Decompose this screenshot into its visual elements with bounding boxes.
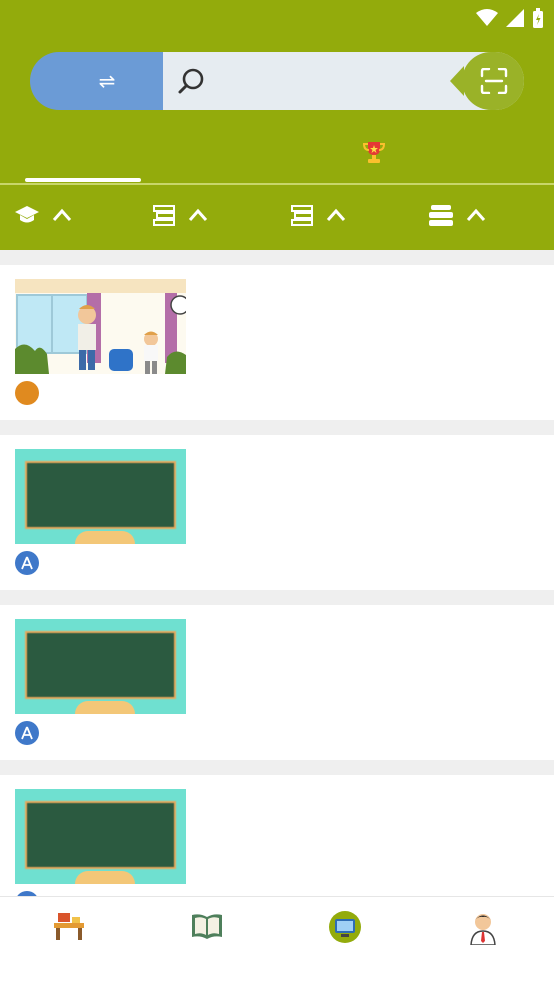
status-bar bbox=[0, 0, 554, 38]
desk-icon bbox=[54, 913, 84, 940]
battery-icon bbox=[533, 8, 543, 28]
thumbnail bbox=[15, 619, 186, 714]
chevron-up-icon bbox=[188, 208, 208, 221]
layers-icon bbox=[429, 205, 453, 226]
chevron-up-icon bbox=[466, 208, 486, 221]
subject-tag bbox=[15, 381, 45, 405]
list-item[interactable] bbox=[0, 605, 554, 760]
nav-digital-resources[interactable] bbox=[276, 897, 414, 984]
book-stack-icon bbox=[291, 205, 313, 226]
filter-subject[interactable] bbox=[152, 204, 208, 226]
chevron-up-icon bbox=[52, 208, 72, 221]
thumbnail bbox=[15, 279, 186, 374]
nav-cloud-desk[interactable] bbox=[0, 897, 138, 984]
list-item[interactable] bbox=[0, 265, 554, 420]
tab-bar bbox=[0, 130, 554, 182]
graduation-cap-icon bbox=[15, 206, 39, 223]
open-book-icon bbox=[192, 914, 222, 939]
trophy-icon bbox=[362, 142, 386, 163]
math-compass-icon bbox=[15, 551, 39, 575]
filter-volume[interactable] bbox=[290, 204, 346, 226]
nav-digital-textbook[interactable] bbox=[138, 897, 276, 984]
signal-icon bbox=[506, 9, 524, 27]
monitor-icon bbox=[329, 911, 361, 943]
search-row: ⇌ bbox=[30, 52, 524, 110]
swap-icon: ⇌ bbox=[98, 69, 116, 93]
thumbnail bbox=[15, 449, 186, 544]
book-stack-icon bbox=[153, 205, 175, 226]
active-tab-indicator bbox=[25, 178, 141, 182]
filter-chapter[interactable] bbox=[428, 204, 486, 226]
bottom-nav bbox=[0, 896, 554, 984]
thumbnail bbox=[15, 789, 186, 884]
chevron-up-icon bbox=[326, 208, 346, 221]
subject-tag bbox=[15, 551, 45, 575]
status-icons bbox=[476, 8, 544, 28]
avatar-icon bbox=[470, 914, 496, 945]
scan-icon bbox=[480, 68, 508, 94]
math-compass-icon bbox=[15, 721, 39, 745]
search-icon bbox=[178, 68, 204, 94]
filter-grade[interactable] bbox=[14, 204, 72, 226]
filter-bar bbox=[0, 190, 554, 246]
version-switch-button[interactable]: ⇌ bbox=[30, 52, 180, 110]
english-icon bbox=[15, 381, 39, 405]
subject-tag bbox=[15, 721, 45, 745]
scan-button[interactable] bbox=[450, 52, 524, 110]
header: ⇌ bbox=[0, 0, 554, 250]
tab-champion-talk[interactable] bbox=[362, 140, 394, 164]
list-item[interactable] bbox=[0, 435, 554, 590]
nav-personal[interactable] bbox=[414, 897, 552, 984]
wifi-icon bbox=[476, 9, 498, 26]
tabs-divider bbox=[0, 183, 554, 185]
